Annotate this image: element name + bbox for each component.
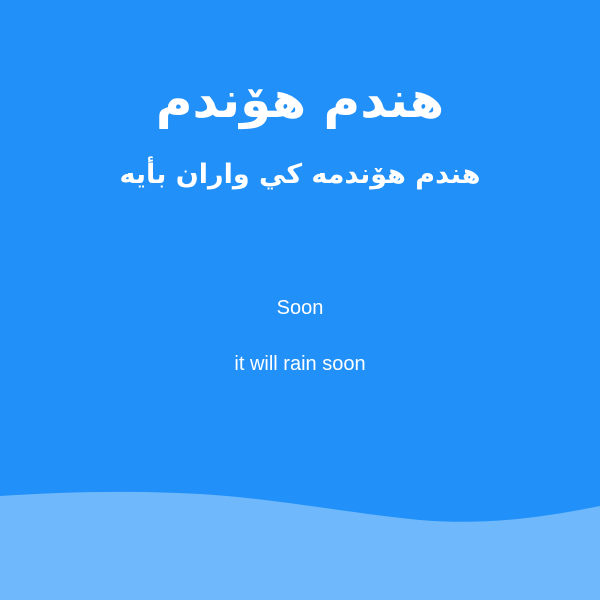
- subtitle-arabic: هندم هۆندمه كي واران بأيه: [119, 159, 481, 190]
- weather-card: هندم هۆندم هندم هۆندمه كي واران بأيه Soo…: [0, 0, 600, 600]
- wave-shape: [0, 491, 600, 600]
- title-english: Soon: [276, 297, 324, 319]
- wave-decoration: [0, 491, 600, 600]
- title-arabic: هندم هۆندم: [155, 71, 445, 129]
- subtitle-english: it will rain soon: [234, 353, 366, 375]
